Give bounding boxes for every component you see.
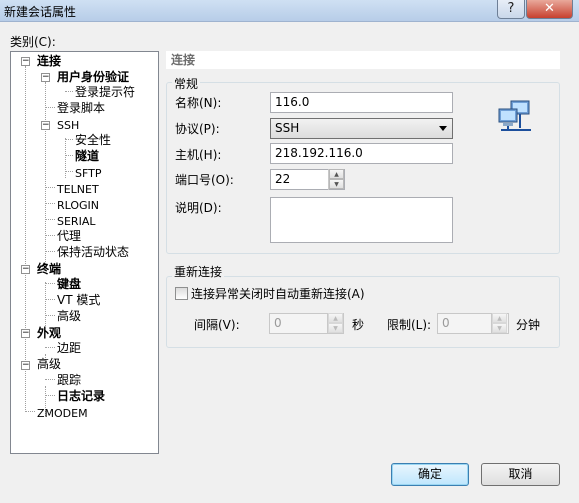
spin-down-icon[interactable]: ▼: [328, 323, 343, 333]
tree-item-connection[interactable]: 连接: [37, 54, 61, 69]
collapse-icon[interactable]: −: [21, 329, 30, 338]
tree-item-logging[interactable]: 日志记录: [57, 389, 105, 404]
spin-up-icon[interactable]: ▲: [492, 313, 507, 323]
auto-reconnect-checkbox[interactable]: [175, 287, 188, 300]
collapse-icon[interactable]: −: [21, 265, 30, 274]
collapse-icon[interactable]: −: [41, 73, 50, 82]
cancel-button[interactable]: 取消: [481, 463, 560, 486]
tree-item-tunnel[interactable]: 隧道: [75, 149, 99, 164]
tree-item-trace[interactable]: 跟踪: [57, 373, 81, 388]
tree-line: [25, 411, 35, 412]
tree-line: [65, 155, 73, 156]
seconds-label: 秒: [352, 318, 365, 332]
collapse-icon[interactable]: −: [21, 361, 30, 370]
category-label: 类别(C):: [10, 35, 56, 49]
interval-label: 间隔(V):: [194, 318, 240, 332]
general-group-title: 常规: [172, 75, 201, 92]
protocol-label: 协议(P):: [175, 122, 220, 136]
limit-label: 限制(L):: [387, 318, 432, 332]
close-button[interactable]: ✕: [526, 0, 573, 19]
ok-button[interactable]: 确定: [391, 463, 469, 486]
tree-item-vt-mode[interactable]: VT 模式: [57, 293, 100, 308]
spin-down-icon[interactable]: ▼: [492, 323, 507, 333]
limit-spinner[interactable]: ▲ ▼: [491, 313, 507, 334]
tree-line: [45, 395, 55, 396]
network-computers-icon: [498, 100, 531, 131]
name-label: 名称(N):: [175, 96, 222, 110]
minutes-label: 分钟: [516, 318, 541, 332]
tree-item-rlogin[interactable]: RLOGIN: [57, 198, 99, 213]
tree-line: [45, 107, 55, 108]
tree-item-keyboard[interactable]: 键盘: [57, 277, 81, 292]
tree-line: [45, 82, 46, 270]
tree-item-auth[interactable]: 用户身份验证: [57, 70, 129, 85]
tree-line: [45, 283, 55, 284]
collapse-icon[interactable]: −: [21, 57, 30, 66]
port-spinner[interactable]: ▲ ▼: [328, 169, 344, 190]
tree-line: [45, 299, 55, 300]
tree-line: [65, 91, 73, 92]
tree-item-appearance[interactable]: 外观: [37, 326, 61, 341]
collapse-icon[interactable]: −: [41, 121, 50, 130]
protocol-value: SSH: [275, 121, 300, 135]
title-bar: 新建会话属性 ? ✕: [0, 0, 579, 22]
tree-item-term-advanced[interactable]: 高级: [57, 309, 81, 324]
tree-line: [45, 251, 55, 252]
host-label: 主机(H):: [175, 148, 222, 162]
tree-item-serial[interactable]: SERIAL: [57, 214, 95, 229]
window-title: 新建会话属性: [4, 5, 77, 19]
tree-item-terminal[interactable]: 终端: [37, 262, 61, 277]
tree-item-login-prompt[interactable]: 登录提示符: [75, 85, 135, 100]
chevron-down-icon: [439, 126, 447, 131]
interval-spinner[interactable]: ▲ ▼: [327, 313, 343, 334]
tree-line: [45, 282, 46, 326]
category-tree[interactable]: − − − − − − 连接 用户身份验证 登录提示符 登录脚本 SSH 安全性…: [10, 51, 159, 454]
tree-line: [45, 315, 55, 316]
tree-item-login-script[interactable]: 登录脚本: [57, 101, 105, 116]
description-label: 说明(D):: [175, 201, 222, 215]
tree-item-ssh[interactable]: SSH: [57, 118, 79, 133]
tree-item-advanced[interactable]: 高级: [37, 357, 61, 372]
tree-line: [45, 219, 55, 220]
tree-line: [45, 187, 55, 188]
tree-item-telnet[interactable]: TELNET: [57, 182, 99, 197]
tree-item-keepalive[interactable]: 保持活动状态: [57, 245, 129, 260]
spin-down-icon[interactable]: ▼: [329, 179, 344, 189]
description-field[interactable]: [270, 197, 453, 243]
tree-item-zmodem[interactable]: ZMODEM: [37, 406, 88, 421]
tree-line: [65, 171, 73, 172]
host-field[interactable]: 218.192.116.0: [270, 143, 453, 164]
tree-line: [45, 235, 55, 236]
tree-line: [45, 379, 55, 380]
tree-item-security[interactable]: 安全性: [75, 133, 111, 148]
port-label: 端口号(O):: [175, 173, 234, 187]
tree-item-margin[interactable]: 边距: [57, 341, 81, 356]
name-field[interactable]: 116.0: [270, 92, 453, 113]
tree-line: [45, 203, 55, 204]
reconnect-group-title: 重新连接: [172, 263, 225, 280]
spin-up-icon[interactable]: ▲: [328, 313, 343, 323]
protocol-select[interactable]: SSH: [270, 118, 453, 139]
tree-item-proxy[interactable]: 代理: [57, 229, 81, 244]
tree-item-sftp[interactable]: SFTP: [75, 166, 101, 181]
tree-line: [65, 138, 66, 178]
auto-reconnect-label[interactable]: 连接异常关闭时自动重新连接(A): [191, 285, 365, 302]
section-header: 连接: [166, 51, 560, 69]
tree-line: [65, 139, 73, 140]
spin-up-icon[interactable]: ▲: [329, 169, 344, 179]
tree-line: [45, 347, 55, 348]
help-button[interactable]: ?: [497, 0, 525, 19]
tree-line: [25, 66, 26, 410]
